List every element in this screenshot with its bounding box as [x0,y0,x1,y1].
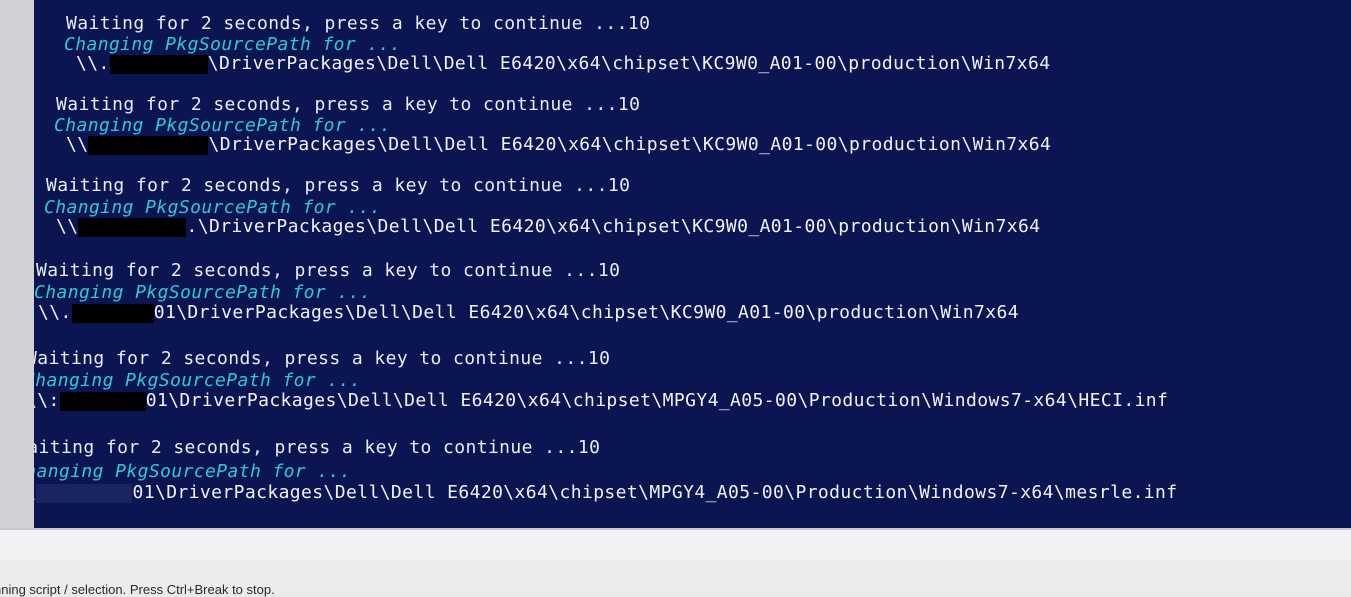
redacted-server-name [71,303,154,323]
redacted-server-name [59,391,146,411]
path-prefix: \\. [76,53,110,74]
pane-divider [0,528,1351,560]
package-path: \\01\DriverPackages\Dell\Dell E6420\x64\… [34,482,1178,503]
wait-message: Waiting for 2 seconds, press a key to co… [34,437,601,458]
wait-message: Waiting for 2 seconds, press a key to co… [56,94,641,115]
wait-message: Waiting for 2 seconds, press a key to co… [36,260,621,281]
change-message: Changing PkgSourcePath for ... [34,461,352,482]
status-message: nning script / selection. Press Ctrl+Bre… [0,582,275,597]
status-bar: nning script / selection. Press Ctrl+Bre… [0,560,1351,597]
change-message: Changing PkgSourcePath for ... [54,115,392,136]
editor-left-margin [0,0,34,530]
path-prefix: \\: [34,390,60,411]
package-path: \\. 01\DriverPackages\Dell\Dell E6420\x64… [38,302,1019,323]
wait-message: Waiting for 2 seconds, press a key to co… [46,175,631,196]
package-path: \\ .\DriverPackages\Dell\Dell E6420\x64\c… [56,216,1041,237]
path-suffix: .\DriverPackages\Dell\Dell E6420\x64\chi… [186,216,1041,237]
path-prefix: \\ [56,216,79,237]
wait-message: Waiting for 2 seconds, press a key to co… [34,348,611,369]
change-message: Changing PkgSourcePath for ... [34,282,372,303]
redacted-server-name [109,54,208,74]
path-suffix: 01\DriverPackages\Dell\Dell E6420\x64\ch… [132,482,1178,503]
change-message: Changing PkgSourcePath for ... [44,197,382,218]
package-path: \\: 01\DriverPackages\Dell\Dell E6420\x64… [34,390,1168,411]
console-output-pane[interactable]: Waiting for 2 seconds, press a key to co… [34,0,1351,528]
path-prefix: \\ [66,134,89,155]
package-path: \\ \DriverPackages\Dell\Dell E6420\x64\ch… [66,134,1051,155]
path-suffix: 01\DriverPackages\Dell\Dell E6420\x64\ch… [145,390,1169,411]
path-prefix: \\. [38,302,72,323]
path-suffix: 01\DriverPackages\Dell\Dell E6420\x64\ch… [153,302,1019,323]
change-message: Changing PkgSourcePath for ... [64,34,402,55]
redacted-server-name [36,483,133,503]
ise-window: Waiting for 2 seconds, press a key to co… [0,0,1351,597]
redacted-server-name [88,135,209,155]
package-path: \\. \DriverPackages\Dell\Dell E6420\x64\c… [76,53,1051,74]
path-suffix: \DriverPackages\Dell\Dell E6420\x64\chip… [208,134,1052,155]
wait-message: Waiting for 2 seconds, press a key to co… [66,13,651,34]
path-suffix: \DriverPackages\Dell\Dell E6420\x64\chip… [207,53,1051,74]
change-message: Changing PkgSourcePath for ... [34,370,362,391]
redacted-server-name [78,217,187,237]
